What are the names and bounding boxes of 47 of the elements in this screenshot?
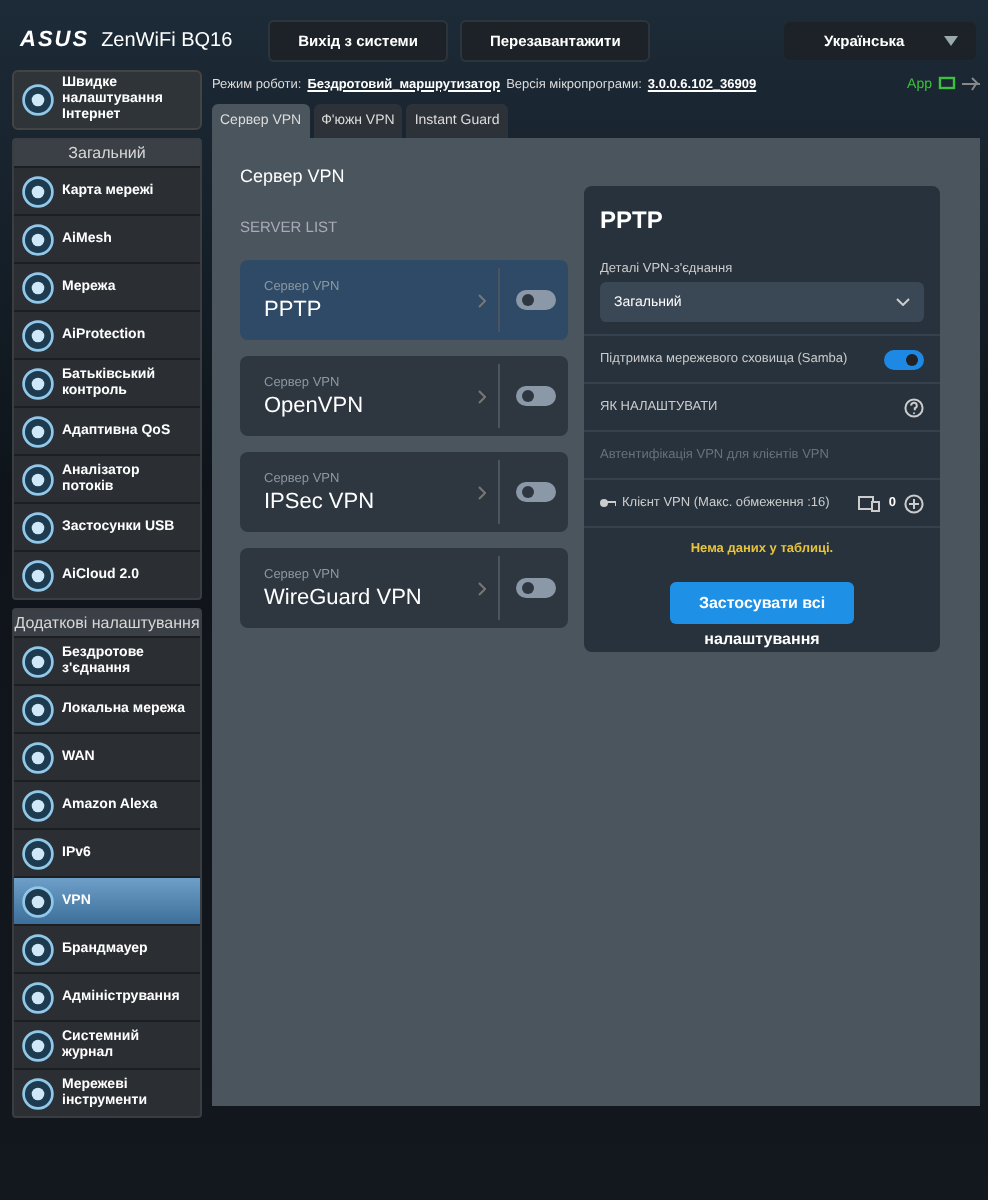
- panel-title: Сервер VPN: [240, 166, 347, 186]
- chevron-icon: [478, 293, 486, 307]
- logo: ASUS: [20, 28, 90, 52]
- server-name: IPSec VPN: [264, 489, 377, 513]
- chevron-icon: [896, 298, 910, 306]
- section-header: Загальний: [14, 140, 200, 166]
- caret-icon: [944, 35, 959, 45]
- circle-icon: [20, 1027, 56, 1063]
- monitor-icon: [938, 76, 956, 92]
- server-name: WireGuard VPN: [264, 585, 424, 609]
- circle-icon: [20, 461, 56, 497]
- circle-icon: [20, 883, 56, 919]
- toggle-switch[interactable]: [884, 349, 924, 369]
- key-icon: [600, 498, 616, 508]
- chevron-icon: [478, 389, 486, 403]
- chevron-icon: [478, 485, 486, 499]
- devices-icon: [858, 495, 881, 511]
- server-name: OpenVPN: [264, 393, 366, 417]
- circle-icon: [20, 979, 56, 1015]
- circle-icon: [20, 82, 56, 118]
- help-icon[interactable]: [904, 397, 924, 417]
- circle-icon: [20, 221, 56, 257]
- toggle-switch[interactable]: [516, 578, 556, 598]
- details-title: PPTP: [598, 204, 665, 238]
- circle-icon: [20, 739, 56, 775]
- circle-icon: [20, 317, 56, 353]
- circle-icon: [20, 1075, 56, 1111]
- circle-icon: [20, 269, 56, 305]
- circle-icon: [20, 835, 56, 871]
- circle-icon: [20, 787, 56, 823]
- circle-icon: [20, 509, 56, 545]
- circle-icon: [20, 691, 56, 727]
- circle-icon: [20, 557, 56, 593]
- circle-icon: [20, 173, 56, 209]
- apply-caption: налаштування: [702, 628, 822, 652]
- section-header: Додаткові налаштування: [14, 610, 200, 636]
- circle-icon: [20, 931, 56, 967]
- circle-icon: [20, 643, 56, 679]
- chevron-icon: [478, 581, 486, 595]
- toggle-switch[interactable]: [516, 290, 556, 310]
- circle-icon: [20, 413, 56, 449]
- add-icon[interactable]: [904, 493, 924, 513]
- toggle-switch[interactable]: [516, 386, 556, 406]
- toggle-switch[interactable]: [516, 482, 556, 502]
- server-name: PPTP: [264, 297, 324, 321]
- model-name: ZenWiFi BQ16: [101, 29, 233, 51]
- circle-icon: [20, 365, 56, 401]
